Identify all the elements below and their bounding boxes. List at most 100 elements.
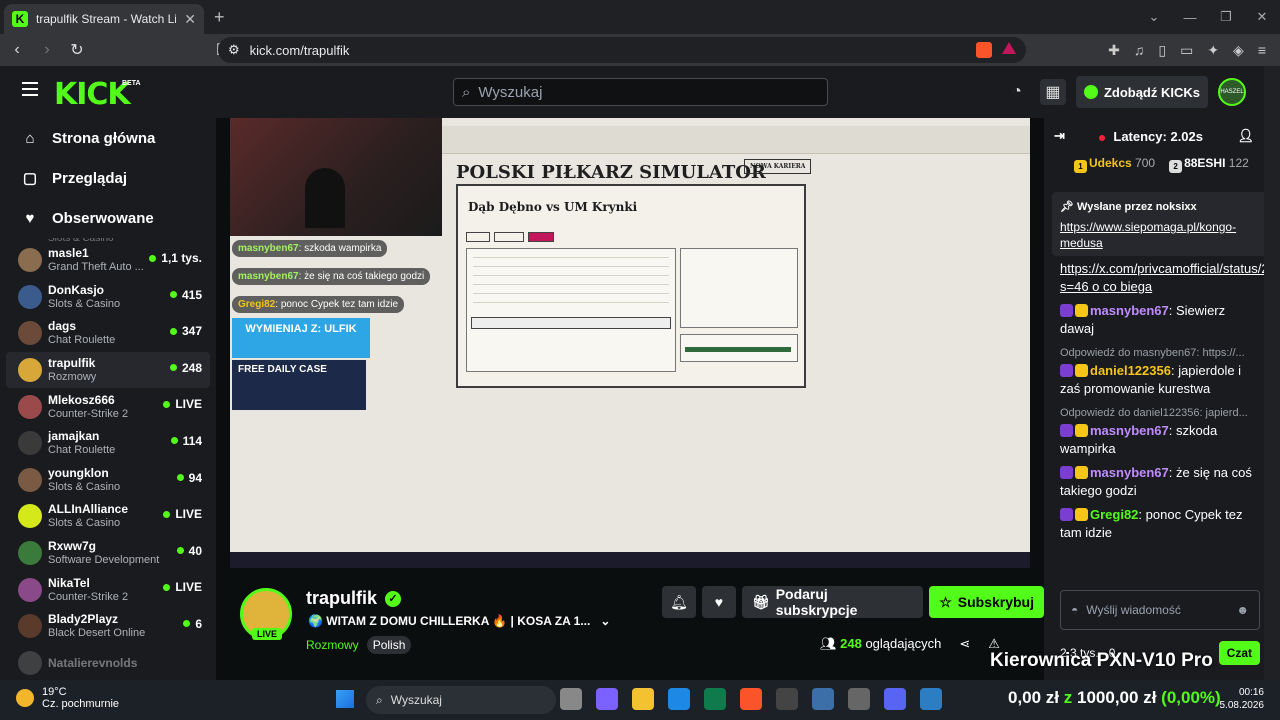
weather-widget[interactable]: 19°C Cz. pochmurnie [16,686,119,710]
notepad-icon[interactable] [920,688,942,710]
sidebar-channel-dags[interactable]: dags Chat Roulette 347 [0,315,216,352]
expand-title-icon[interactable]: ⌄ [600,614,610,628]
music-icon[interactable]: ♫ [1134,42,1145,59]
goal-target: 1000,00 zł [1077,688,1157,707]
sidebar-channel-masle1[interactable]: masle1 Grand Theft Auto ... 1,1 tys. [0,242,216,279]
collapse-chat-icon[interactable]: ⇥ [1054,128,1065,144]
channel-name: Rxww7g [48,539,97,554]
wallet-icon[interactable]: ▭ [1180,42,1193,59]
tab-title: trapulfik Stream - Watch Live on [36,12,177,26]
extensions-icon[interactable]: ✚ [1108,42,1120,59]
speed-chip [494,232,524,242]
chat-input[interactable]: ◓ Wyślij wiadomość ☻ [1060,590,1260,630]
chat-panel: ⇥ Latency: 2.02s 👤︎ 1 Udekcs 700 2 88ESHI … [1044,118,1264,680]
emote-icon[interactable]: ☻ [1236,603,1249,617]
vpn-icon[interactable]: ◈ [1233,42,1244,59]
sidebar-channel-nikatel[interactable]: NikaTel Counter-Strike 2 LIVE [0,571,216,608]
kick-logo[interactable]: KICK [54,77,131,112]
sidebar-icon[interactable]: ▯ [1158,42,1166,59]
tab-list-icon[interactable]: ⌄ [1136,0,1172,34]
channel-category: Chat Roulette [48,444,116,457]
share-icon[interactable]: ⋖ [959,636,970,652]
sidebar-channel-allinalliance[interactable]: ALLInAlliance Slots & Casino LIVE [0,498,216,535]
user-avatar[interactable]: HASZEL [1218,78,1246,106]
brave-icon[interactable] [740,688,762,710]
language-tag[interactable]: Polish [366,636,412,654]
category-link[interactable]: Rozmowy [306,638,359,652]
chat-username[interactable]: masnyben67 [1090,303,1169,318]
rank-1-icon: 1 [1074,159,1087,173]
task-view-icon[interactable] [560,688,582,710]
taskbar-search[interactable]: ⌕ Wyszukaj [366,686,556,714]
chat-header: ⇥ Latency: 2.02s 👤︎ [1044,118,1264,154]
chat-username[interactable]: Gregi82 [1090,507,1138,522]
maximize-icon[interactable]: ❐ [1208,0,1244,34]
follow-heart-button[interactable]: ♥ [701,586,736,618]
send-chat-button[interactable]: Czat [1218,641,1260,665]
edge-icon[interactable] [668,688,690,710]
leo-icon[interactable]: ✦ [1207,42,1219,59]
nav-browse[interactable]: ▢ Przeglądaj [0,158,216,198]
back-icon[interactable]: ‹ [4,41,30,59]
settings-icon[interactable] [812,688,834,710]
get-kicks-button[interactable]: Zdobądź KICKs [1075,76,1208,108]
channel-name: dags [48,319,77,334]
reload-icon[interactable]: ↻ [64,40,90,60]
sidebar-channel-youngklon[interactable]: youngklon Slots & Casino 94 [0,462,216,499]
sidebar-channel-jamajkan[interactable]: jamajkan Chat Roulette 114 [0,425,216,462]
windows-start-icon[interactable] [336,690,354,708]
brave-shields-icon[interactable] [976,42,992,58]
system-clock[interactable]: 00:16 5.08.2026 [1220,686,1265,712]
weather-desc: Cz. pochmurnie [42,698,120,710]
store-icon[interactable] [704,688,726,710]
menu-toggle-icon[interactable] [22,82,38,96]
sidebar-channel-natalierevnolds[interactable]: Natalierevnolds [0,645,216,680]
partial-link-message[interactable]: https://x.com/privcamofficial/status/208… [1060,260,1264,296]
subscribe-button[interactable]: ☆ Subskrybuj [929,586,1044,618]
channel-name: NikaTel [48,575,90,590]
progress-bar [685,347,791,352]
close-window-icon[interactable]: ✕ [1244,0,1280,34]
chat-username[interactable]: masnyben67 [1090,465,1169,480]
discord-icon[interactable] [884,688,906,710]
chat-username[interactable]: daniel122356 [1090,363,1171,378]
weather-icon [16,689,34,707]
new-tab-icon[interactable]: + [214,7,225,28]
gifter-2[interactable]: 2 88ESHI 122 [1169,156,1249,173]
file-explorer-icon[interactable] [632,688,654,710]
chat-username[interactable]: masnyben67 [1090,423,1169,438]
nav-following[interactable]: ♥ Obserwowane [0,198,216,238]
gift-sub-button[interactable]: 🎁︎ Podaruj subskrypcje [741,586,924,618]
app-icon[interactable] [848,688,870,710]
sidebar-channel-rxww7g[interactable]: Rxww7g Software Development 40 [0,535,216,572]
close-tab-icon[interactable]: ✕ [184,11,196,28]
site-settings-icon[interactable]: ⚙ [228,42,240,58]
notifications-icon[interactable]: ◔ [1004,79,1030,105]
notification-bell-button[interactable]: 🔔︎ [662,586,696,618]
dashboard-icon[interactable]: ▦ [1039,79,1066,105]
sidebar-channel-donkasjo[interactable]: DonKasjo Slots & Casino 415 [0,279,216,316]
streamer-name[interactable]: trapulfik [306,588,377,609]
url-field[interactable]: ⚙ kick.com/trapulfik [218,37,1026,63]
nav-home[interactable]: ⌂ Strona główna [0,118,216,158]
pinned-link[interactable]: https://www.siepomaga.pl/kongo-medusa [1060,220,1236,250]
kicks-icon [1083,85,1098,99]
search-input[interactable]: ⌕ Wyszukaj [453,78,828,106]
chat-users-icon[interactable]: 👤︎ [1237,128,1254,144]
obs-icon[interactable] [776,688,798,710]
channel-name: Blady2Playz [48,612,119,627]
copilot-icon[interactable] [596,688,618,710]
gifter-1[interactable]: 1 Udekcs 700 [1074,156,1155,173]
forward-icon[interactable]: › [34,41,60,59]
browser-tab[interactable]: K trapulfik Stream - Watch Live on ✕ [4,4,204,34]
sidebar-channel-blady2playz[interactable]: Blady2Playz Black Desert Online 6 [0,608,216,645]
sub-badge-icon [1060,508,1073,521]
brave-rewards-icon[interactable] [1002,42,1016,54]
sidebar-channel-trapulfik[interactable]: trapulfik Rozmowy 248 [6,351,210,389]
get-kicks-label: Zdobądź KICKs [1103,84,1200,100]
menu-icon[interactable]: ≡ [1258,42,1266,59]
sidebar-channel-mlekosz666[interactable]: Mlekosz666 Counter-Strike 2 LIVE [0,388,216,425]
overlay-chat-line: masnyben67: szkoda wampirka [232,240,388,257]
video-player[interactable]: POLSKI PIŁKARZ SIMULATOR NOWA KARIERA Dą… [230,118,1030,568]
minimize-icon[interactable]: — [1172,0,1208,34]
